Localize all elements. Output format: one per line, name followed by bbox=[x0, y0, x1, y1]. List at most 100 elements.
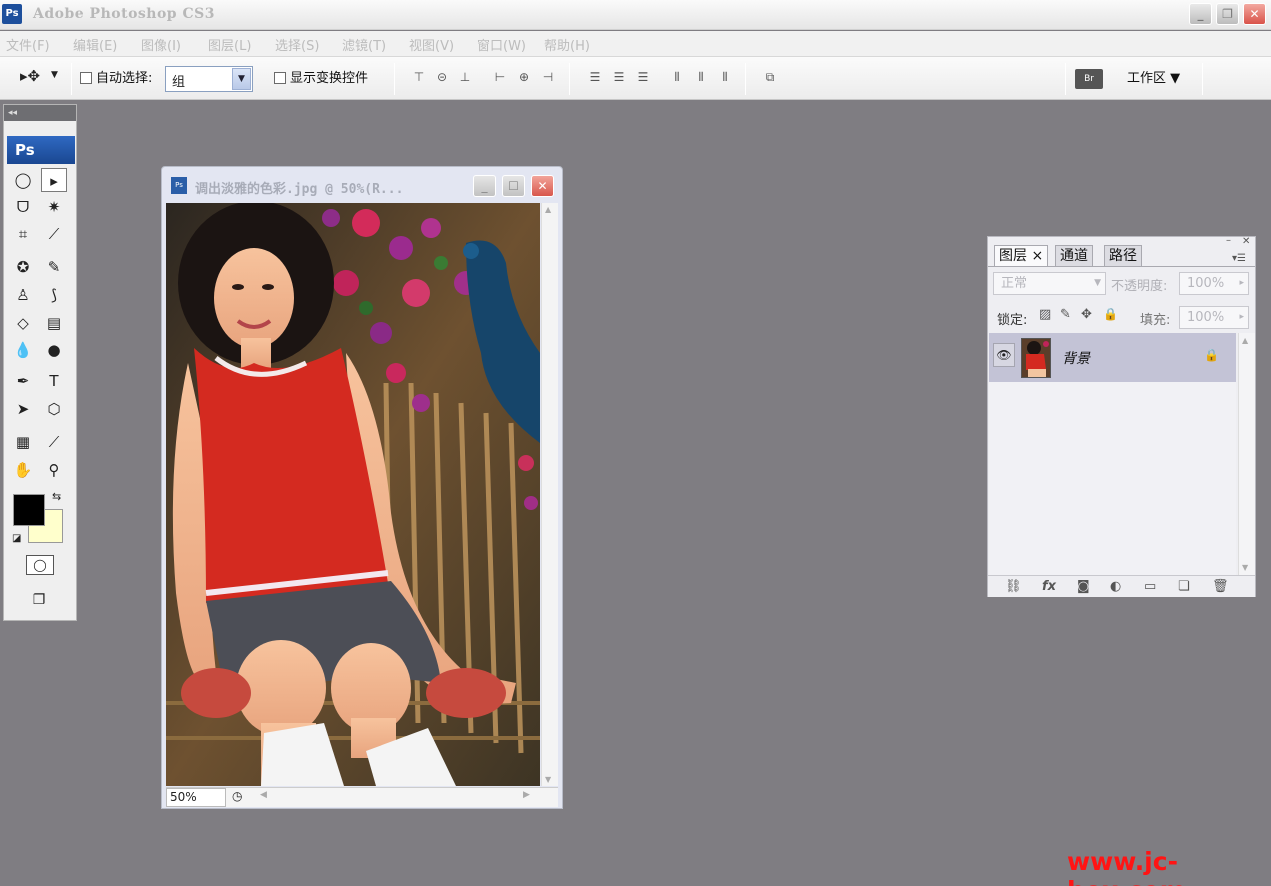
blur-tool-icon[interactable]: 💧 bbox=[10, 338, 36, 362]
distribute-top-icon[interactable]: ☰ bbox=[584, 67, 606, 87]
distribute-vcenter-icon[interactable]: ☰ bbox=[608, 67, 630, 87]
lasso-tool-icon[interactable]: ᗜ bbox=[10, 195, 36, 219]
scroll-right-icon[interactable]: ▶ bbox=[523, 790, 530, 800]
eyedropper-tool-icon[interactable]: ⟋ bbox=[41, 430, 67, 454]
healing-brush-tool-icon[interactable]: ✪ bbox=[10, 255, 36, 279]
toolbox-collapse-bar[interactable]: ◂◂ bbox=[4, 105, 76, 121]
magic-wand-tool-icon[interactable]: ✷ bbox=[41, 195, 67, 219]
chevron-down-icon[interactable]: ▼ bbox=[232, 68, 251, 90]
canvas-photo[interactable] bbox=[166, 203, 540, 786]
eye-icon[interactable]: 👁 bbox=[993, 343, 1015, 367]
panel-minimize-icon[interactable]: – bbox=[1226, 235, 1231, 246]
scroll-down-icon[interactable]: ▼ bbox=[1242, 563, 1248, 572]
chevron-right-icon[interactable]: ▸ bbox=[1239, 307, 1244, 328]
menu-select[interactable]: 选择(S) bbox=[275, 35, 319, 54]
new-layer-icon[interactable]: ❏ bbox=[1178, 579, 1190, 594]
fill-field[interactable]: 100% ▸ bbox=[1179, 306, 1249, 329]
history-brush-tool-icon[interactable]: ⟆ bbox=[41, 283, 67, 307]
distribute-left-icon[interactable]: ⫴ bbox=[666, 67, 688, 87]
swap-colors-icon[interactable]: ⇆ bbox=[52, 490, 61, 503]
menu-edit[interactable]: 编辑(E) bbox=[73, 35, 117, 54]
vertical-scrollbar[interactable]: ▲ ▼ bbox=[541, 203, 558, 786]
align-right-icon[interactable]: ⊣ bbox=[537, 67, 559, 87]
type-tool-icon[interactable]: T bbox=[41, 369, 67, 393]
menu-help[interactable]: 帮助(H) bbox=[544, 35, 590, 54]
clone-stamp-tool-icon[interactable]: ♙ bbox=[10, 283, 36, 307]
zoom-field[interactable]: 50% bbox=[166, 788, 226, 807]
doc-maximize-button[interactable]: ☐ bbox=[502, 175, 525, 197]
lock-all-icon[interactable]: 🔒 bbox=[1103, 307, 1118, 321]
notes-tool-icon[interactable]: ▦ bbox=[10, 430, 36, 454]
move-tool-icon[interactable]: ▸ bbox=[41, 168, 67, 192]
align-bottom-icon[interactable]: ⊥ bbox=[454, 67, 476, 87]
shape-tool-icon[interactable]: ⬡ bbox=[41, 397, 67, 421]
default-colors-icon[interactable]: ◪ bbox=[12, 533, 21, 544]
panel-menu-icon[interactable]: ▾☰ bbox=[1232, 253, 1246, 264]
menu-layer[interactable]: 图层(L) bbox=[208, 35, 251, 54]
auto-align-icon[interactable]: ⧉ bbox=[759, 67, 781, 87]
distribute-right-icon[interactable]: ⫴ bbox=[714, 67, 736, 87]
tab-channels[interactable]: 通道 bbox=[1055, 245, 1093, 266]
align-left-icon[interactable]: ⊢ bbox=[489, 67, 511, 87]
tab-layers[interactable]: 图层 × bbox=[994, 245, 1049, 266]
delete-layer-icon[interactable]: 🗑 bbox=[1212, 579, 1229, 594]
menu-view[interactable]: 视图(V) bbox=[409, 35, 454, 54]
chevron-down-icon[interactable]: ▼ bbox=[51, 70, 58, 80]
close-button[interactable]: ✕ bbox=[1243, 3, 1266, 25]
workspace-menu[interactable]: 工作区 ▼ bbox=[1127, 67, 1180, 86]
minimize-button[interactable]: _ bbox=[1189, 3, 1212, 25]
menu-file[interactable]: 文件(F) bbox=[6, 35, 50, 54]
foreground-color-swatch[interactable] bbox=[13, 494, 45, 526]
quick-mask-icon[interactable]: ◯ bbox=[26, 555, 54, 575]
layer-name[interactable]: 背景 bbox=[1062, 348, 1090, 368]
dodge-tool-icon[interactable]: ● bbox=[41, 338, 67, 362]
add-mask-icon[interactable]: ◙ bbox=[1077, 579, 1090, 594]
link-layers-icon[interactable]: ⛓ bbox=[1005, 579, 1022, 594]
new-group-icon[interactable]: ▭ bbox=[1144, 579, 1156, 594]
panel-scrollbar[interactable]: ▲ ▼ bbox=[1238, 333, 1255, 575]
bridge-icon[interactable]: Br bbox=[1075, 69, 1103, 89]
align-hcenter-icon[interactable]: ⊕ bbox=[513, 67, 535, 87]
document-title-bar[interactable]: Ps 调出淡雅的色彩.jpg @ 50%(R... _ ☐ ✕ bbox=[162, 167, 562, 203]
tab-paths[interactable]: 路径 bbox=[1104, 245, 1142, 266]
hand-tool-icon[interactable]: ✋ bbox=[10, 458, 36, 482]
brush-tool-icon[interactable]: ✎ bbox=[41, 255, 67, 279]
chevron-down-icon[interactable]: ▼ bbox=[1094, 273, 1101, 294]
pen-tool-icon[interactable]: ✒ bbox=[10, 369, 36, 393]
auto-select-dropdown[interactable]: 组 ▼ bbox=[165, 66, 253, 92]
align-top-icon[interactable]: ⊤ bbox=[408, 67, 430, 87]
panel-close-icon[interactable]: ✕ bbox=[1242, 236, 1250, 247]
ps-logo[interactable]: Ps bbox=[7, 136, 75, 164]
menu-filter[interactable]: 滤镜(T) bbox=[342, 35, 386, 54]
marquee-tool-icon[interactable]: ◯ bbox=[10, 168, 36, 192]
scroll-up-icon[interactable]: ▲ bbox=[1242, 336, 1248, 345]
eraser-tool-icon[interactable]: ◇ bbox=[10, 311, 36, 335]
auto-select-checkbox[interactable] bbox=[80, 72, 92, 84]
menu-image[interactable]: 图像(I) bbox=[141, 35, 181, 54]
tool-preset-picker[interactable]: ▸✥ bbox=[20, 67, 40, 85]
scroll-down-icon[interactable]: ▼ bbox=[545, 775, 551, 784]
screen-mode-icon[interactable]: ❐ bbox=[26, 588, 52, 612]
doc-close-button[interactable]: ✕ bbox=[531, 175, 554, 197]
chevron-right-icon[interactable]: ▸ bbox=[1239, 273, 1244, 294]
doc-minimize-button[interactable]: _ bbox=[473, 175, 496, 197]
distribute-bottom-icon[interactable]: ☰ bbox=[632, 67, 654, 87]
align-vcenter-icon[interactable]: ⊝ bbox=[431, 67, 453, 87]
layer-row-background[interactable]: 👁 背景 🔒 bbox=[989, 333, 1236, 382]
opacity-field[interactable]: 100% ▸ bbox=[1179, 272, 1249, 295]
menu-window[interactable]: 窗口(W) bbox=[477, 35, 526, 54]
adjustment-layer-icon[interactable]: ◐ bbox=[1110, 579, 1121, 594]
status-menu-icon[interactable]: ◷ bbox=[232, 789, 242, 803]
slice-tool-icon[interactable]: ⟋ bbox=[41, 222, 67, 246]
blend-mode-dropdown[interactable]: 正常 ▼ bbox=[993, 272, 1106, 295]
crop-tool-icon[interactable]: ⌗ bbox=[10, 222, 36, 246]
distribute-hcenter-icon[interactable]: ⫴ bbox=[690, 67, 712, 87]
scroll-left-icon[interactable]: ◀ bbox=[260, 790, 267, 800]
path-selection-tool-icon[interactable]: ➤ bbox=[10, 397, 36, 421]
scroll-up-icon[interactable]: ▲ bbox=[545, 205, 551, 214]
zoom-tool-icon[interactable]: ⚲ bbox=[41, 458, 67, 482]
lock-image-icon[interactable]: ✎ bbox=[1060, 307, 1071, 322]
lock-transparent-icon[interactable]: ▨ bbox=[1039, 307, 1051, 322]
lock-position-icon[interactable]: ✥ bbox=[1081, 307, 1092, 322]
gradient-tool-icon[interactable]: ▤ bbox=[41, 311, 67, 335]
